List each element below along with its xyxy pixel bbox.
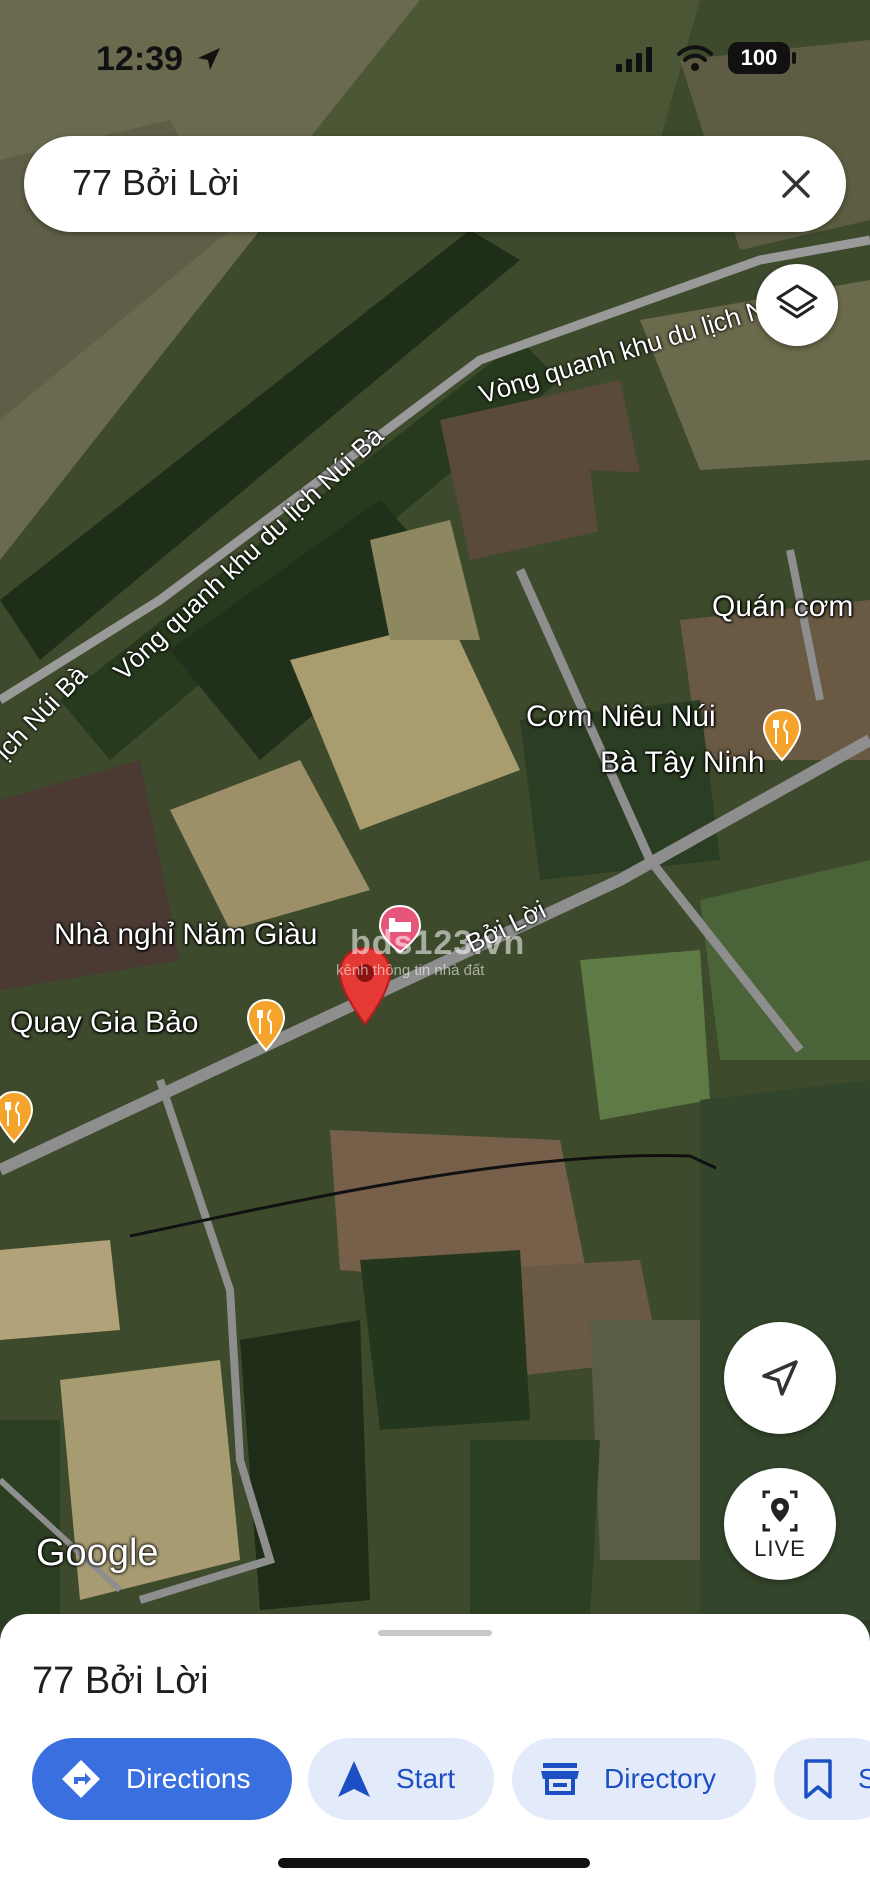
- sheet-drag-handle[interactable]: [378, 1630, 492, 1636]
- start-button[interactable]: Start: [308, 1738, 494, 1820]
- watermark-subtitle: kênh thông tin nhà đất: [336, 962, 485, 979]
- save-button[interactable]: S: [774, 1738, 870, 1820]
- battery-tip: [792, 52, 796, 64]
- cellular-signal-icon: [616, 47, 652, 72]
- directory-label: Directory: [604, 1763, 717, 1794]
- live-view-button[interactable]: LIVE: [724, 1468, 836, 1580]
- battery-indicator: 100: [728, 42, 790, 74]
- place-title: 77 Bởi Lời: [32, 1660, 209, 1702]
- layers-icon: [776, 284, 818, 319]
- directory-button[interactable]: Directory: [512, 1738, 756, 1820]
- place-label-com-nieu-line2[interactable]: Bà Tây Ninh: [600, 746, 765, 780]
- place-label-quan-com[interactable]: Quán cơm: [712, 590, 853, 624]
- navigation-icon: [338, 1761, 370, 1797]
- google-logo: Google: [36, 1532, 159, 1574]
- layers-button[interactable]: [756, 264, 838, 346]
- my-location-button[interactable]: [724, 1322, 836, 1434]
- status-time: 12:39: [96, 40, 183, 78]
- save-label: S: [858, 1763, 870, 1794]
- start-label: Start: [396, 1763, 456, 1794]
- status-bar: 12:39 100: [0, 0, 870, 120]
- place-label-nha-nghi[interactable]: Nhà nghỉ Năm Giàu: [54, 918, 317, 952]
- watermark-title: bds123.vn: [350, 924, 526, 962]
- directions-label: Directions: [126, 1763, 251, 1794]
- location-arrow-icon: [198, 48, 220, 70]
- place-label-quay-gia-bao[interactable]: Quay Gia Bảo: [10, 1006, 198, 1040]
- storefront-icon: [541, 1763, 579, 1795]
- home-indicator[interactable]: [278, 1858, 590, 1868]
- navigation-arrow-icon: [762, 1360, 798, 1396]
- satellite-map[interactable]: Vòng quanh khu du lịch Núi Bà Vòng quanh…: [0, 0, 870, 1620]
- search-query[interactable]: 77 Bởi Lời: [72, 162, 239, 204]
- live-view-icon: [762, 1490, 798, 1532]
- directions-button[interactable]: Directions: [32, 1738, 292, 1820]
- wifi-icon: [677, 45, 713, 71]
- restaurant-pin-icon[interactable]: [246, 998, 286, 1052]
- restaurant-pin-icon[interactable]: [0, 1090, 34, 1144]
- search-bar[interactable]: 77 Bởi Lời: [24, 136, 846, 232]
- live-label: LIVE: [754, 1536, 806, 1561]
- place-bottom-sheet[interactable]: 77 Bởi Lời Directions Start Directory S: [0, 1614, 870, 1885]
- place-label-com-nieu-line1[interactable]: Cơm Niêu Núi: [526, 700, 716, 734]
- close-icon[interactable]: [774, 162, 818, 206]
- directions-icon: [62, 1760, 100, 1798]
- restaurant-pin-icon[interactable]: [762, 708, 802, 762]
- bookmark-icon: [804, 1759, 832, 1799]
